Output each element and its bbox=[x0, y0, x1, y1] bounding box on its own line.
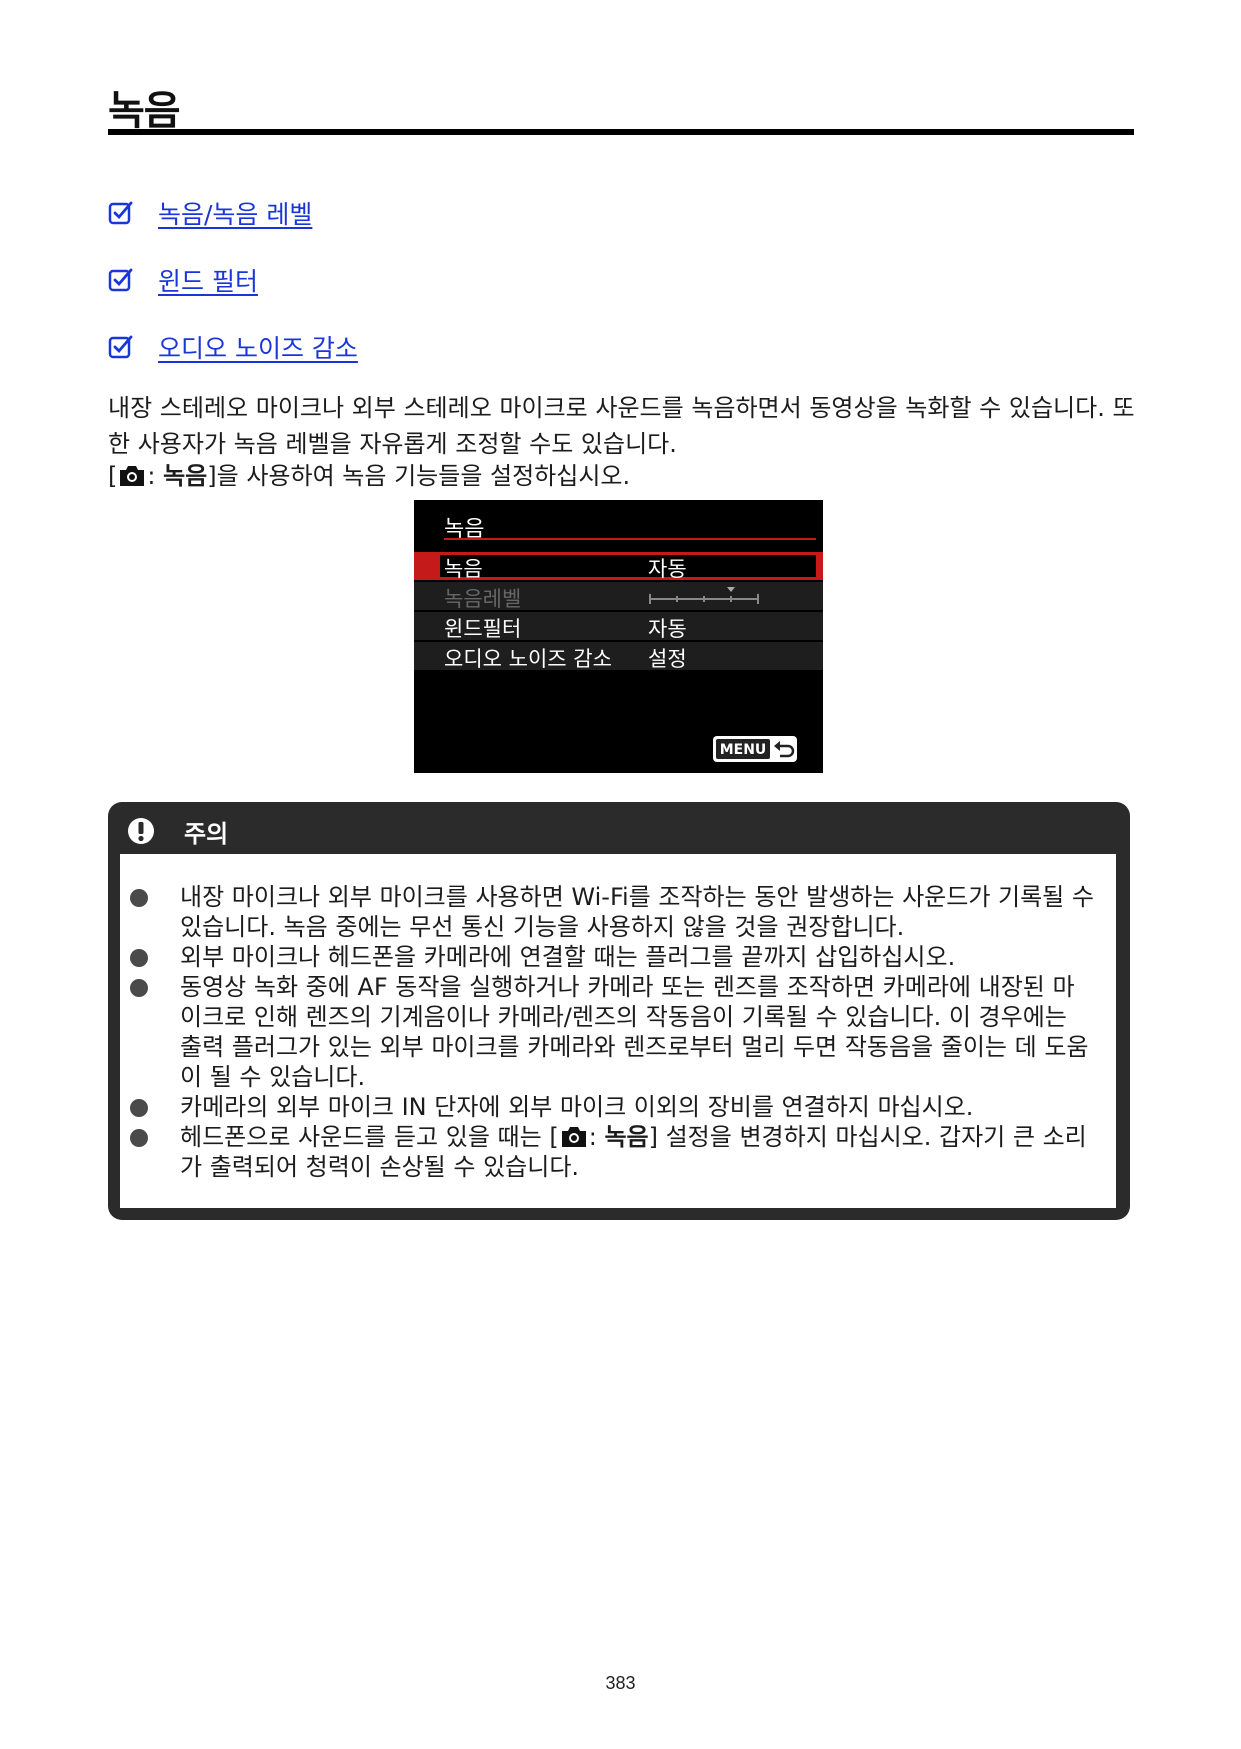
checkbox-edit-icon bbox=[108, 335, 133, 359]
row-label: 윈드필터 bbox=[444, 617, 522, 641]
caution-title: 주의 bbox=[184, 820, 229, 848]
bullet-icon bbox=[130, 1099, 148, 1117]
intro-instruction: [ : 녹음]을 사용하여 녹음 기능들을 설정하십시오. bbox=[108, 458, 1138, 494]
bullet-icon bbox=[130, 889, 148, 907]
caution-header: 주의 bbox=[108, 802, 1130, 854]
camera-icon bbox=[120, 466, 145, 486]
intro-paragraph: 내장 스테레오 마이크나 외부 스테레오 마이크로 사운드를 녹음하면서 동영상… bbox=[108, 394, 1135, 458]
row-label: 녹음레벨 bbox=[444, 587, 522, 611]
list-item: 헤드폰으로 사운드를 듣고 있을 때는 [ : 녹음] 설정을 변경하지 마십시… bbox=[120, 1122, 1116, 1182]
link-audio-noise-reduction[interactable]: 오디오 노이즈 감소 bbox=[108, 330, 358, 364]
row-label: 녹음 bbox=[444, 557, 483, 581]
camera-menu-row-recording-level: 녹음레벨 bbox=[414, 582, 823, 611]
menu-name-recording: 녹음 bbox=[163, 462, 208, 490]
level-scale-icon bbox=[649, 587, 759, 604]
instruction-rest: ]을 사용하여 녹음 기능들을 설정하십시오. bbox=[207, 462, 631, 490]
bullet-icon bbox=[130, 1129, 148, 1147]
camera-icon bbox=[561, 1127, 586, 1147]
caution-box: 주의 내장 마이크나 외부 마이크를 사용하면 Wi-Fi를 조작하는 동안 발… bbox=[108, 802, 1130, 1220]
page-title: 녹음 bbox=[108, 88, 181, 134]
bullet-icon bbox=[130, 949, 148, 967]
list-item: 동영상 녹화 중에 AF 동작을 실행하거나 카메라 또는 렌즈를 조작하면 카… bbox=[120, 972, 1116, 1092]
camera-menu-row-audio-noise: 오디오 노이즈 감소 설정 bbox=[414, 642, 823, 671]
link-label[interactable]: 녹음/녹음 레벨 bbox=[158, 195, 312, 231]
camera-menu-divider bbox=[444, 538, 816, 540]
row-value: 자동 bbox=[648, 557, 687, 581]
row-value: 자동 bbox=[648, 617, 687, 641]
camera-menu-screenshot: 녹음 녹음 자동 녹음레벨 윈드필터 자동 오디오 노이즈 감소 설정 MENU bbox=[414, 500, 823, 773]
link-recording-level[interactable]: 녹음/녹음 레벨 bbox=[108, 196, 312, 230]
menu-return-button: MENU bbox=[713, 736, 797, 762]
caution-content: 내장 마이크나 외부 마이크를 사용하면 Wi-Fi를 조작하는 동안 발생하는… bbox=[120, 854, 1116, 1208]
exclamation-icon bbox=[128, 818, 154, 844]
title-underline bbox=[108, 129, 1134, 135]
list-item: 외부 마이크나 헤드폰을 카메라에 연결할 때는 플러그를 끝까지 삽입하십시오… bbox=[120, 942, 1116, 972]
checkbox-edit-icon bbox=[108, 268, 133, 292]
manual-page: 녹음 녹음/녹음 레벨 윈드 필터 오디오 노이즈 감소 내장 스테레오 마이크… bbox=[0, 0, 1241, 1749]
checkbox-edit-icon bbox=[108, 201, 133, 225]
link-label[interactable]: 오디오 노이즈 감소 bbox=[158, 329, 358, 365]
bullet-icon bbox=[130, 979, 148, 997]
link-wind-filter[interactable]: 윈드 필터 bbox=[108, 263, 258, 297]
caution-list: 내장 마이크나 외부 마이크를 사용하면 Wi-Fi를 조작하는 동안 발생하는… bbox=[120, 882, 1116, 1182]
colon: : bbox=[147, 462, 164, 490]
list-item: 카메라의 외부 마이크 IN 단자에 외부 마이크 이외의 장비를 연결하지 마… bbox=[120, 1092, 1116, 1122]
row-value: 설정 bbox=[648, 647, 687, 671]
list-item: 내장 마이크나 외부 마이크를 사용하면 Wi-Fi를 조작하는 동안 발생하는… bbox=[120, 882, 1116, 942]
camera-menu-row-recording: 녹음 자동 bbox=[414, 552, 823, 581]
bracket-open: [ bbox=[108, 462, 118, 490]
row-label: 오디오 노이즈 감소 bbox=[444, 647, 612, 671]
menu-button-label: MENU bbox=[720, 742, 767, 758]
menu-name-recording: 녹음 bbox=[604, 1123, 649, 1151]
camera-menu-row-wind-filter: 윈드필터 자동 bbox=[414, 612, 823, 641]
page-number: 383 bbox=[605, 1673, 636, 1693]
link-label[interactable]: 윈드 필터 bbox=[158, 262, 258, 298]
